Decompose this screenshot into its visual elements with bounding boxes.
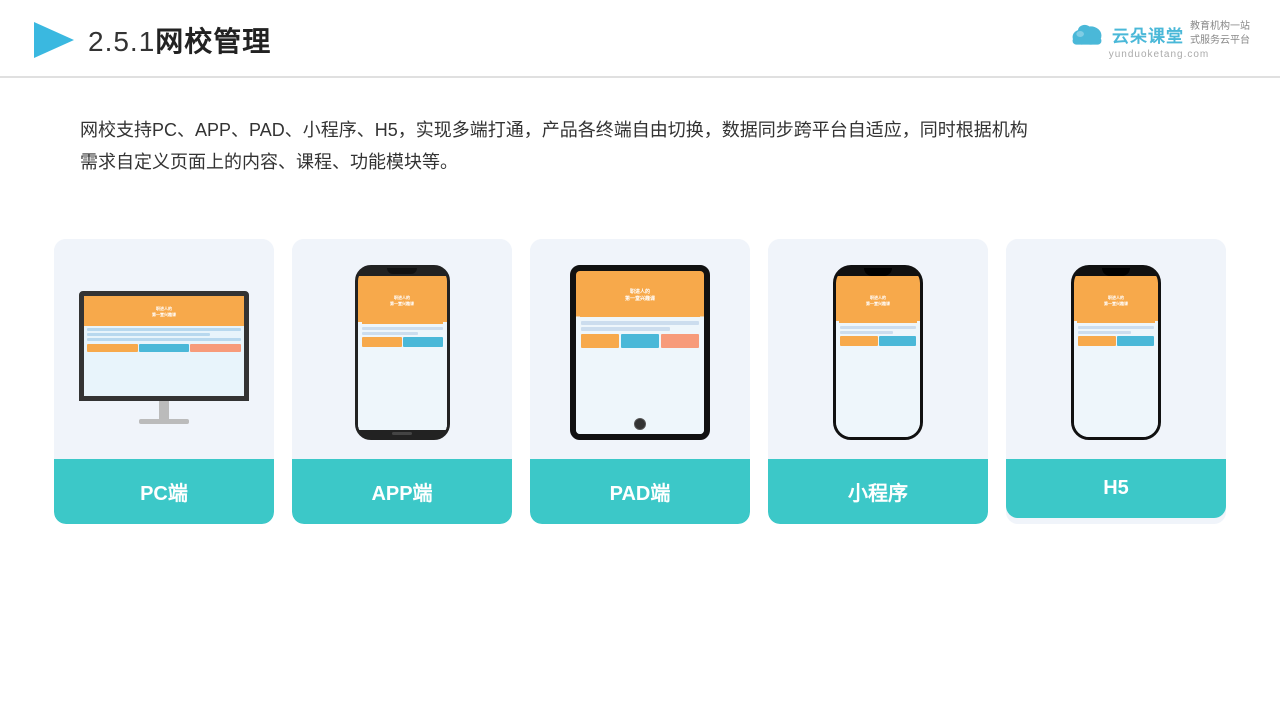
- description-text: 网校支持PC、APP、PAD、小程序、H5，实现多端打通，产品各终端自由切换，数…: [80, 114, 1200, 179]
- description: 网校支持PC、APP、PAD、小程序、H5，实现多端打通，产品各终端自由切换，数…: [0, 78, 1280, 199]
- card-h5-image: 职进人的第一堂兴趣课: [1006, 239, 1226, 459]
- card-app: 职进人的第一堂兴趣课 AP: [292, 239, 512, 524]
- logo-tagline: 教育机构一站式服务云平台: [1190, 20, 1250, 48]
- pad-home-btn: [634, 418, 646, 430]
- cloud-logo-icon: [1068, 20, 1106, 48]
- h5-screen: 职进人的第一堂兴趣课: [1074, 276, 1158, 437]
- card-h5-label: H5: [1006, 459, 1226, 518]
- mini-phone-mockup: 职进人的第一堂兴趣课: [833, 265, 923, 440]
- phone-notch: [387, 268, 417, 274]
- card-pad: 职进人的第一堂兴趣课: [530, 239, 750, 524]
- page-title: 2.5.12.5.1网校管理网校管理: [88, 20, 271, 60]
- app-phone-mockup: 职进人的第一堂兴趣课: [355, 265, 450, 440]
- mini-screen: 职进人的第一堂兴趣课: [836, 276, 920, 437]
- card-pc-label: PC端: [54, 459, 274, 524]
- card-h5: 职进人的第一堂兴趣课 H5: [1006, 239, 1226, 524]
- logo-area: 云朵课堂 教育机构一站式服务云平台 yunduoketang.com: [1068, 20, 1250, 60]
- card-pad-image: 职进人的第一堂兴趣课: [530, 239, 750, 459]
- header-left: 2.5.12.5.1网校管理网校管理: [30, 18, 271, 62]
- card-pc-image: 职进人的第一堂兴趣课: [54, 239, 274, 459]
- logo-text-cn: 云朵课堂: [1112, 22, 1184, 47]
- h5-notch: [1102, 268, 1130, 276]
- logo-url: yunduoketang.com: [1109, 49, 1210, 60]
- card-mini-label: 小程序: [768, 459, 988, 524]
- card-pad-label: PAD端: [530, 459, 750, 524]
- pad-mockup: 职进人的第一堂兴趣课: [570, 265, 710, 440]
- play-icon: [30, 18, 74, 62]
- cards-container: 职进人的第一堂兴趣课: [0, 209, 1280, 524]
- mini-notch: [864, 268, 892, 276]
- header: 2.5.12.5.1网校管理网校管理 云朵课堂 教育机构一站式服务云平台 yun…: [0, 0, 1280, 78]
- card-app-label: APP端: [292, 459, 512, 524]
- monitor-screen: 职进人的第一堂兴趣课: [79, 291, 249, 401]
- phone-home: [392, 432, 412, 435]
- h5-phone-mockup: 职进人的第一堂兴趣课: [1071, 265, 1161, 440]
- pad-screen: 职进人的第一堂兴趣课: [576, 271, 704, 434]
- pc-monitor: 职进人的第一堂兴趣课: [79, 291, 249, 424]
- phone-screen: 职进人的第一堂兴趣课: [358, 276, 447, 430]
- monitor-base: [139, 419, 189, 424]
- card-mini: 职进人的第一堂兴趣课 小程序: [768, 239, 988, 524]
- card-mini-image: 职进人的第一堂兴趣课: [768, 239, 988, 459]
- logo-cloud: 云朵课堂 教育机构一站式服务云平台: [1068, 20, 1250, 48]
- monitor-stand: [159, 401, 169, 419]
- card-app-image: 职进人的第一堂兴趣课: [292, 239, 512, 459]
- card-pc: 职进人的第一堂兴趣课: [54, 239, 274, 524]
